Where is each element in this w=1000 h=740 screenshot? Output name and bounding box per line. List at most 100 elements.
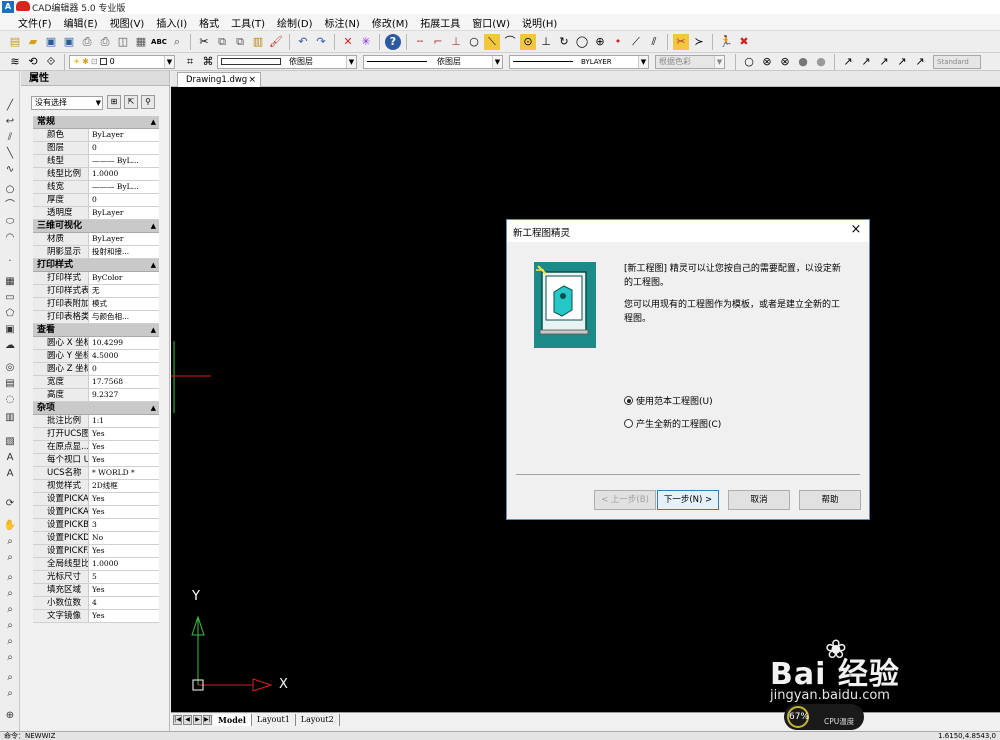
property-value[interactable]: * WORLD *	[89, 467, 159, 479]
property-value[interactable]: 3	[89, 519, 159, 531]
save-as-icon[interactable]: ▣	[61, 34, 77, 50]
collapse-icon[interactable]: ▲	[151, 116, 156, 129]
linetype-dropdown[interactable]: 依图层 ▼	[363, 54, 503, 69]
property-value[interactable]: ——— ByL...	[89, 181, 159, 193]
quick-select-icon[interactable]: ⚲	[141, 95, 155, 109]
property-value[interactable]: ByLayer	[89, 129, 159, 141]
tab-model[interactable]: Model	[213, 713, 252, 726]
zoom-all-icon[interactable]: ⌕	[3, 671, 17, 684]
plotstyle-dropdown[interactable]: 根据色彩 ▼	[655, 54, 725, 69]
property-value[interactable]: 0	[89, 363, 159, 375]
next-tab-icon[interactable]: ▶	[193, 714, 202, 725]
property-row[interactable]: 设置PICKDRAGNo	[33, 532, 159, 545]
polygon-tool-icon[interactable]: ⬠	[3, 307, 17, 320]
property-row[interactable]: 设置PICKBOX3	[33, 519, 159, 532]
select-objects-icon[interactable]: ⇱	[124, 95, 138, 109]
property-value[interactable]: 2D线框	[89, 480, 159, 492]
property-value[interactable]: ——— ByL...	[89, 155, 159, 167]
ellipse-arc-tool-icon[interactable]: ◠	[3, 231, 17, 244]
selection-dropdown[interactable]: 没有选择 ▼	[31, 96, 103, 110]
property-row[interactable]: 批注比例 1:1	[33, 415, 159, 428]
save-icon[interactable]: ▣	[43, 34, 59, 50]
menu-tools[interactable]: 工具(T)	[225, 15, 271, 30]
property-value[interactable]: 17.7568	[89, 376, 159, 388]
property-value[interactable]: Yes	[89, 454, 159, 466]
property-category[interactable]: 常规 ▲	[33, 116, 159, 129]
property-value[interactable]: 与颜色相...	[89, 311, 159, 323]
circle-tool-icon[interactable]: ○	[3, 183, 17, 196]
close-icon[interactable]: ×	[848, 222, 864, 238]
layer-previous-icon[interactable]: ⟲	[25, 54, 41, 70]
property-row[interactable]: 小数位数 4	[33, 597, 159, 610]
property-row[interactable]: 材质 ByLayer	[33, 233, 159, 246]
snap-near-icon[interactable]: ◯	[574, 34, 590, 50]
layer-match-icon[interactable]: ⌘	[200, 54, 216, 70]
zoom-extents-icon[interactable]: ⌕	[3, 687, 17, 700]
property-value[interactable]: Yes	[89, 506, 159, 518]
toggle-pickadd-icon[interactable]: ⊞	[107, 95, 121, 109]
print-icon[interactable]: ⎙	[97, 34, 113, 50]
spell-check-icon[interactable]: ABC	[151, 34, 167, 50]
copy-base-icon[interactable]: ⧉	[232, 34, 248, 50]
snap-tangent-icon[interactable]: ⟍	[484, 33, 500, 50]
property-row[interactable]: 光标尺寸 5	[33, 571, 159, 584]
dim-linear-icon[interactable]: ↗	[840, 54, 856, 70]
snap-intersection-icon[interactable]: ⊥	[448, 34, 464, 50]
property-category[interactable]: 杂项 ▲	[33, 402, 159, 415]
property-row[interactable]: 阴影显示 投射和接...	[33, 246, 159, 259]
property-value[interactable]: 1.0000	[89, 168, 159, 180]
collapse-icon[interactable]: ▲	[151, 324, 156, 337]
dim-angular-icon[interactable]: ↗	[876, 54, 892, 70]
property-value[interactable]: ByLayer	[89, 233, 159, 245]
menu-window[interactable]: 窗口(W)	[466, 15, 516, 30]
shade-flat-icon[interactable]: ●	[795, 54, 811, 70]
stop-icon[interactable]: ✖	[736, 34, 752, 50]
redo-icon[interactable]: ↷	[313, 34, 329, 50]
shade-off-icon[interactable]: ○	[741, 54, 757, 70]
property-value[interactable]: 无	[89, 285, 159, 297]
collapse-icon[interactable]: ▲	[151, 259, 156, 272]
open-file-icon[interactable]: ▰	[25, 34, 41, 50]
print-preview-icon[interactable]: ◫	[115, 34, 131, 50]
mtext-tool-icon[interactable]: A	[3, 451, 17, 464]
property-row[interactable]: 打印表附加到模式	[33, 298, 159, 311]
snap-parallel-icon[interactable]: ⟋	[628, 34, 644, 50]
zoom-scale-icon[interactable]: ⌕	[3, 587, 17, 600]
cancel-button[interactable]: 取消	[728, 490, 790, 510]
property-category[interactable]: 三维可视化 ▲	[33, 220, 159, 233]
layer-manager-icon[interactable]: ≋	[7, 54, 23, 70]
menu-view[interactable]: 视图(V)	[104, 15, 151, 30]
block-tool-icon[interactable]: ▤	[3, 377, 17, 390]
property-row[interactable]: 设置PICKAUTOYes	[33, 506, 159, 519]
snap-node-icon[interactable]: ⊙	[520, 33, 536, 50]
snap-point-icon[interactable]: •	[610, 34, 626, 50]
first-tab-icon[interactable]: |◀	[173, 714, 182, 725]
dim-diameter-icon[interactable]: ↗	[912, 54, 928, 70]
property-value[interactable]: 投射和接...	[89, 246, 159, 258]
property-row[interactable]: 打印表格类型与颜色相...	[33, 311, 159, 324]
radio-use-template[interactable]: 使用范本工程图(U)	[624, 394, 713, 407]
region-tool-icon[interactable]: ▣	[3, 323, 17, 336]
zoom-realtime-icon[interactable]: ⌕	[3, 535, 17, 548]
run-icon[interactable]: 🏃	[718, 34, 734, 50]
property-value[interactable]: ByLayer	[89, 207, 159, 219]
text-style-dropdown[interactable]: Standard	[933, 54, 981, 69]
property-value[interactable]: 1:1	[89, 415, 159, 427]
menu-dimension[interactable]: 标注(N)	[319, 15, 366, 30]
ellipse-tool-icon[interactable]: ⬭	[3, 215, 17, 228]
property-value[interactable]: ByColor	[89, 272, 159, 284]
line-tool-icon[interactable]: ╱	[3, 99, 17, 112]
property-value[interactable]: Yes	[89, 441, 159, 453]
property-value[interactable]: 9.2327	[89, 389, 159, 401]
property-value[interactable]: 模式	[89, 298, 159, 310]
property-value[interactable]: 5	[89, 571, 159, 583]
collapse-icon[interactable]: ▲	[151, 220, 156, 233]
property-row[interactable]: 线型 ——— ByL...	[33, 155, 159, 168]
property-value[interactable]: 4	[89, 597, 159, 609]
hatch-tool-icon[interactable]: ▦	[3, 275, 17, 288]
layer-dropdown[interactable]: ☀ ✱ ⊡ 0 ▼	[69, 54, 175, 69]
delete-icon[interactable]: ✕	[340, 34, 356, 50]
snap-insert-icon[interactable]: ↻	[556, 34, 572, 50]
zoom-center-icon[interactable]: ⌕	[3, 603, 17, 616]
property-category[interactable]: 查看 ▲	[33, 324, 159, 337]
